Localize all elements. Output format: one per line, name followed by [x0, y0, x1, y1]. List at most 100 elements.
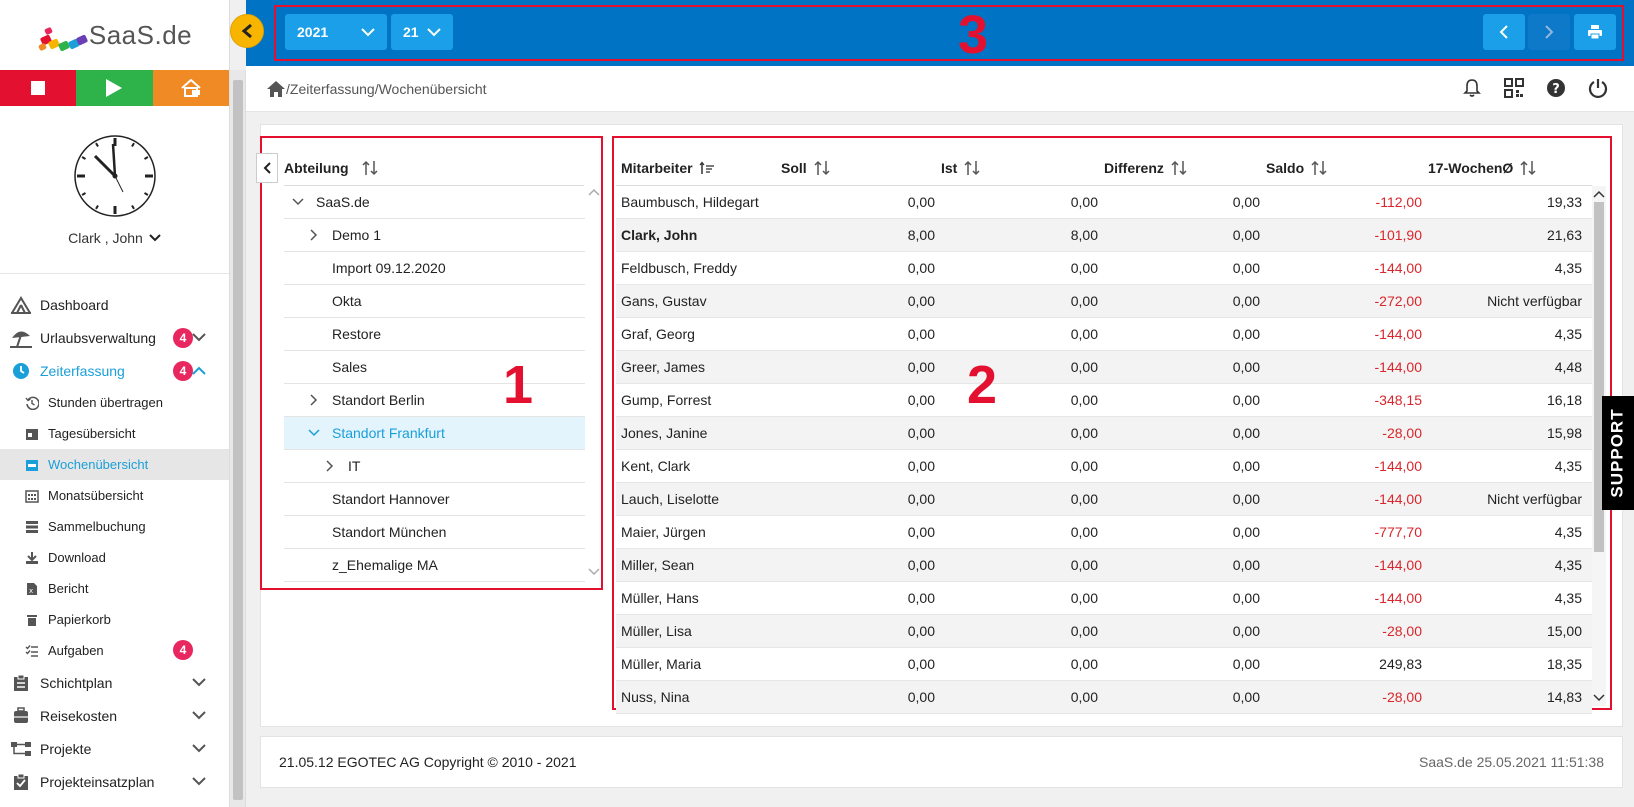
- tree-node-demo-1[interactable]: Demo 1: [284, 219, 585, 252]
- scroll-up-icon[interactable]: [1593, 190, 1605, 198]
- tree-node-standort-frankfurt[interactable]: Standort Frankfurt: [284, 417, 585, 450]
- chevron-down-icon[interactable]: [304, 429, 324, 437]
- table-row[interactable]: Greer, James 0,00 0,00 0,00 -144,00 4,48: [616, 351, 1592, 384]
- tree-node-saas[interactable]: SaaS.de: [284, 186, 585, 219]
- home-office-button[interactable]: [152, 70, 229, 106]
- help-icon[interactable]: ?: [1546, 78, 1566, 98]
- sub-item-aufgaben[interactable]: Aufgaben 4: [0, 635, 229, 666]
- sub-item-bericht[interactable]: x Bericht: [0, 573, 229, 604]
- table-row[interactable]: Jones, Janine 0,00 0,00 0,00 -28,00 15,98: [616, 417, 1592, 450]
- menu-item-reisekosten[interactable]: Reisekosten: [0, 699, 229, 732]
- table-row[interactable]: Kent, Clark 0,00 0,00 0,00 -144,00 4,35: [616, 450, 1592, 483]
- scroll-down-icon[interactable]: [1593, 694, 1605, 702]
- chevron-down-icon[interactable]: [288, 198, 308, 206]
- sub-item-stunden-uebertragen[interactable]: Stunden übertragen: [0, 387, 229, 418]
- bell-icon[interactable]: [1462, 78, 1482, 98]
- collapse-tree-button[interactable]: [256, 153, 278, 183]
- sub-item-sammelbuchung[interactable]: Sammelbuchung: [0, 511, 229, 542]
- tree-node-standort-muenchen[interactable]: Standort München: [284, 516, 585, 549]
- chevron-down-icon[interactable]: [191, 707, 207, 723]
- tree-node-ehemalige[interactable]: z_Ehemalige MA: [284, 549, 585, 582]
- chevron-right-icon[interactable]: [304, 394, 324, 406]
- next-week-button[interactable]: [1528, 14, 1570, 50]
- value-cell: 0,00: [1232, 260, 1260, 276]
- chevron-right-icon[interactable]: [320, 460, 340, 472]
- tree-header[interactable]: Abteilung: [256, 150, 584, 186]
- previous-week-button[interactable]: [1483, 14, 1525, 50]
- table-header: Mitarbeiter Soll Ist Differenz Saldo 17-…: [616, 150, 1592, 186]
- menu-item-urlaubsverwaltung[interactable]: Urlaubsverwaltung 4: [0, 321, 229, 354]
- menu-item-dashboard[interactable]: Dashboard: [0, 288, 229, 321]
- column-header-saldo[interactable]: Saldo: [1266, 160, 1428, 176]
- tree-node-it[interactable]: IT: [284, 450, 585, 483]
- column-header-mitarbeiter[interactable]: Mitarbeiter: [616, 160, 781, 176]
- chevron-down-icon[interactable]: [191, 674, 207, 690]
- table-row[interactable]: Graf, Georg 0,00 0,00 0,00 -144,00 4,35: [616, 318, 1592, 351]
- table-row[interactable]: Müller, Maria 0,00 0,00 0,00 249,83 18,35: [616, 648, 1592, 681]
- table-row[interactable]: Müller, Lisa 0,00 0,00 0,00 -28,00 15,00: [616, 615, 1592, 648]
- qr-code-icon[interactable]: [1504, 78, 1524, 98]
- logo[interactable]: SaaS.de: [0, 0, 229, 70]
- week-select[interactable]: 21: [391, 14, 453, 50]
- menu-item-zeiterfassung[interactable]: Zeiterfassung 4: [0, 354, 229, 387]
- stop-button[interactable]: [0, 70, 77, 106]
- chevron-up-icon[interactable]: [191, 362, 207, 378]
- year-select[interactable]: 2021: [285, 14, 387, 50]
- sort-icon[interactable]: [1170, 160, 1188, 176]
- table-row[interactable]: Feldbusch, Freddy 0,00 0,00 0,00 -144,00 4,35: [616, 252, 1592, 285]
- tree-node-standort-hannover[interactable]: Standort Hannover: [284, 483, 585, 516]
- scroll-up-icon[interactable]: [588, 188, 600, 196]
- table-row[interactable]: Miller, Sean 0,00 0,00 0,00 -144,00 4,35: [616, 549, 1592, 582]
- user-menu[interactable]: Clark , John: [68, 230, 161, 246]
- sub-item-monatsuebersicht[interactable]: Monatsübersicht: [0, 480, 229, 511]
- column-header-soll[interactable]: Soll: [781, 160, 941, 176]
- sub-item-papierkorb[interactable]: Papierkorb: [0, 604, 229, 635]
- table-row[interactable]: Clark, John 8,00 8,00 0,00 -101,90 21,63: [616, 219, 1592, 252]
- value-cell: 0,00: [1232, 194, 1260, 210]
- sort-icon[interactable]: [963, 160, 981, 176]
- table-row[interactable]: Maier, Jürgen 0,00 0,00 0,00 -777,70 4,35: [616, 516, 1592, 549]
- sub-item-wochenuebersicht[interactable]: Wochenübersicht: [0, 449, 229, 480]
- stop-icon: [31, 81, 46, 95]
- sort-icon[interactable]: [361, 160, 379, 176]
- breadcrumb-path[interactable]: /Zeiterfassung/Wochenübersicht: [286, 81, 487, 97]
- tree-node-standort-berlin[interactable]: Standort Berlin: [284, 384, 585, 417]
- chevron-right-icon[interactable]: [304, 229, 324, 241]
- chevron-down-icon[interactable]: [191, 329, 207, 345]
- sort-icon[interactable]: [1519, 160, 1537, 176]
- column-header-differenz[interactable]: Differenz: [1104, 160, 1266, 176]
- sort-icon[interactable]: [1310, 160, 1328, 176]
- home-icon[interactable]: [266, 80, 286, 98]
- tree-node-sales[interactable]: Sales: [284, 351, 585, 384]
- menu-item-schichtplan[interactable]: Schichtplan: [0, 666, 229, 699]
- table-row[interactable]: Gump, Forrest 0,00 0,00 0,00 -348,15 16,18: [616, 384, 1592, 417]
- table-row[interactable]: Gans, Gustav 0,00 0,00 0,00 -272,00 Nicht ver…: [616, 285, 1592, 318]
- sidebar-toggle-button[interactable]: [230, 14, 264, 48]
- table-row[interactable]: Nuss, Nina 0,00 0,00 0,00 -28,00 14,83: [616, 681, 1592, 714]
- column-header-17-wochen[interactable]: 17-WochenØ: [1428, 160, 1588, 176]
- table-row[interactable]: Müller, Hans 0,00 0,00 0,00 -144,00 4,35: [616, 582, 1592, 615]
- tree-node-okta[interactable]: Okta: [284, 285, 585, 318]
- chevron-down-icon[interactable]: [191, 773, 207, 789]
- scrollbar-thumb[interactable]: [233, 80, 243, 800]
- tree-scrollbar[interactable]: [587, 186, 601, 580]
- menu-item-projekteinsatzplan[interactable]: Projekteinsatzplan: [0, 765, 229, 798]
- table-row[interactable]: Lauch, Liselotte 0,00 0,00 0,00 -144,00 Nicht…: [616, 483, 1592, 516]
- sidebar-scrollbar[interactable]: [230, 70, 246, 807]
- print-button[interactable]: [1574, 14, 1616, 50]
- play-button[interactable]: [76, 70, 153, 106]
- power-icon[interactable]: [1588, 78, 1608, 98]
- sub-item-download[interactable]: Download: [0, 542, 229, 573]
- column-header-ist[interactable]: Ist: [941, 160, 1104, 176]
- menu-item-projekte[interactable]: Projekte: [0, 732, 229, 765]
- tree-node-restore[interactable]: Restore: [284, 318, 585, 351]
- sub-item-tagesuebersicht[interactable]: Tagesübersicht: [0, 418, 229, 449]
- scroll-down-icon[interactable]: [588, 568, 600, 576]
- table-row[interactable]: Baumbusch, Hildegart 0,00 0,00 0,00 -112,00 1…: [616, 186, 1592, 219]
- support-tab[interactable]: SUPPORT: [1602, 396, 1634, 510]
- sort-icon[interactable]: [813, 160, 831, 176]
- chevron-down-icon[interactable]: [191, 740, 207, 756]
- tree-node-import[interactable]: Import 09.12.2020: [284, 252, 585, 285]
- sort-asc-icon[interactable]: [699, 160, 715, 175]
- value-cell: -272,00: [1374, 293, 1422, 309]
